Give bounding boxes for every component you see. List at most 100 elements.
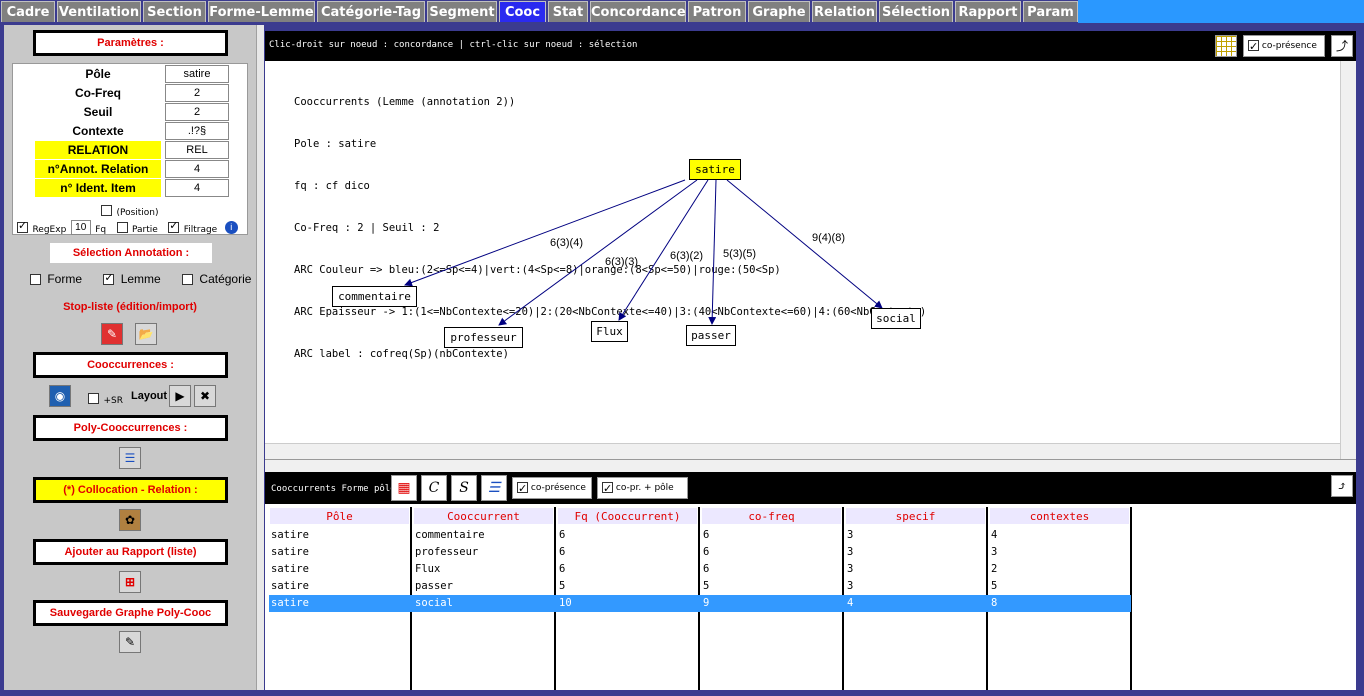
tab-concordance[interactable]: Concordance (590, 1, 686, 22)
export-results-icon[interactable]: ⤴ (1331, 475, 1353, 497)
tab-segment[interactable]: Segment (427, 1, 497, 22)
left-panel-scrollbar[interactable] (256, 25, 264, 690)
table-cell[interactable]: satire (269, 561, 409, 578)
save-graph-icon[interactable]: ✎ (119, 631, 141, 653)
table-cell[interactable]: passer (413, 578, 553, 595)
table-cell[interactable]: 6 (557, 544, 697, 561)
node-cooccurrent[interactable]: professeur (444, 327, 523, 348)
layout-play-icon[interactable]: ▶ (169, 385, 191, 407)
table-cell[interactable]: satire (269, 595, 409, 612)
layout-stop-icon[interactable]: ✖ (194, 385, 216, 407)
table-cell[interactable]: 6 (701, 544, 841, 561)
contexte-input[interactable]: .!?§ (165, 122, 229, 140)
stoplist-edit-icon[interactable]: ✎ (101, 323, 123, 345)
table-cell[interactable]: 3 (845, 527, 985, 544)
node-cooccurrent[interactable]: social (871, 308, 921, 329)
column-header[interactable]: Pôle (269, 507, 410, 525)
table-cell[interactable]: 3 (845, 578, 985, 595)
table-cell[interactable]: commentaire (413, 527, 553, 544)
tab-forme-lemme[interactable]: Forme-Lemme (208, 1, 315, 22)
tab-rapport[interactable]: Rapport (955, 1, 1021, 22)
column-header[interactable]: Cooccurrent (413, 507, 554, 525)
tab-cooc[interactable]: Cooc (499, 1, 546, 22)
add-report-icon[interactable]: ⊞ (119, 571, 141, 593)
fq-input[interactable]: 10 (70, 220, 91, 236)
table-cell[interactable]: 3 (989, 544, 1129, 561)
column-header[interactable]: Fq (Cooccurrent) (557, 507, 698, 525)
table-cell[interactable]: 5 (557, 578, 697, 595)
table-cell[interactable]: 6 (557, 527, 697, 544)
regexp-checkbox[interactable] (17, 219, 28, 234)
node-cooccurrent[interactable]: passer (686, 325, 736, 346)
cooc-c-icon[interactable]: C (421, 475, 447, 501)
partie-checkbox[interactable] (116, 222, 128, 234)
graph-vertical-scrollbar[interactable] (1340, 61, 1356, 459)
pole-input[interactable]: satire (165, 65, 229, 83)
tab-patron[interactable]: Patron (688, 1, 746, 22)
relation-input[interactable]: REL (165, 141, 229, 159)
categorie-checkbox[interactable] (182, 274, 194, 286)
collocation-icon[interactable]: ✿ (119, 509, 141, 531)
cooc-s-icon[interactable]: S (451, 475, 477, 501)
tab-relation[interactable]: Relation (812, 1, 877, 22)
tab-section[interactable]: Section (143, 1, 206, 22)
table-cell[interactable]: 5 (701, 578, 841, 595)
tab-categorie-tag[interactable]: Catégorie-Tag (317, 1, 425, 22)
table-copresence-checkbox[interactable] (517, 479, 528, 499)
table-cell[interactable]: professeur (413, 544, 553, 561)
filtrage-checkbox[interactable] (168, 219, 180, 234)
column-header[interactable]: co-freq (701, 507, 842, 525)
table-cell[interactable]: social (413, 595, 553, 612)
annot-relation-input[interactable]: 4 (165, 160, 229, 178)
column-header[interactable]: specif (845, 507, 986, 525)
table-cell[interactable]: 6 (701, 561, 841, 578)
table-cell[interactable]: 3 (845, 561, 985, 578)
table-cell[interactable]: 4 (989, 527, 1129, 544)
graph-canvas[interactable]: Cooccurrents (Lemme (annotation 2)) Pole… (265, 61, 1340, 443)
graph-copresence-checkbox[interactable] (1248, 37, 1259, 57)
sr-checkbox[interactable] (88, 393, 99, 405)
tab-cadre[interactable]: Cadre (1, 1, 55, 22)
lemme-checkbox[interactable] (103, 271, 115, 286)
table-cell[interactable]: 2 (989, 561, 1129, 578)
copr-pole-option[interactable]: co-pr. + pôle (597, 477, 688, 499)
table-cell[interactable]: 6 (701, 527, 841, 544)
tab-stat[interactable]: Stat (548, 1, 588, 22)
table-cell[interactable]: satire (269, 578, 409, 595)
graph-copresence-option[interactable]: co-présence (1243, 35, 1325, 57)
tab-selection[interactable]: Sélection (879, 1, 953, 22)
run-cooc-icon[interactable]: ◉ (49, 385, 71, 407)
table-cell[interactable]: satire (269, 544, 409, 561)
position-checkbox[interactable] (101, 205, 112, 217)
table-cell[interactable]: 3 (845, 544, 985, 561)
node-cooccurrent[interactable]: commentaire (332, 286, 417, 307)
table-copresence-option[interactable]: co-présence (512, 477, 592, 499)
column-header[interactable]: contextes (989, 507, 1130, 525)
node-pole[interactable]: satire (689, 159, 741, 180)
graph-horizontal-scrollbar[interactable] (265, 443, 1340, 459)
tab-graphe[interactable]: Graphe (748, 1, 810, 22)
table-cell[interactable]: 10 (557, 595, 697, 612)
cofreq-input[interactable]: 2 (165, 84, 229, 102)
table-cell[interactable]: 9 (701, 595, 841, 612)
export-graph-icon[interactable]: ⤴ (1331, 35, 1353, 57)
node-cooccurrent[interactable]: Flux (591, 321, 628, 342)
position-option[interactable]: (Position) (101, 202, 159, 220)
panel-splitter[interactable] (265, 459, 1356, 472)
forme-checkbox[interactable] (30, 274, 41, 286)
grid-icon[interactable] (1215, 35, 1237, 57)
table-cell[interactable]: satire (269, 527, 409, 544)
table-cell[interactable]: 5 (989, 578, 1129, 595)
seuil-input[interactable]: 2 (165, 103, 229, 121)
poly-cooc-icon[interactable]: ☰ (119, 447, 141, 469)
table-view-icon[interactable]: ☰ (481, 475, 507, 501)
table-cell[interactable]: 8 (989, 595, 1129, 612)
table-cell[interactable]: Flux (413, 561, 553, 578)
table-cell[interactable]: 6 (557, 561, 697, 578)
tab-ventilation[interactable]: Ventilation (57, 1, 141, 22)
table-cell[interactable]: 4 (845, 595, 985, 612)
ident-item-input[interactable]: 4 (165, 179, 229, 197)
copr-pole-checkbox[interactable] (602, 479, 613, 499)
info-icon[interactable]: i (224, 221, 238, 235)
stoplist-import-icon[interactable]: 📂 (135, 323, 157, 345)
